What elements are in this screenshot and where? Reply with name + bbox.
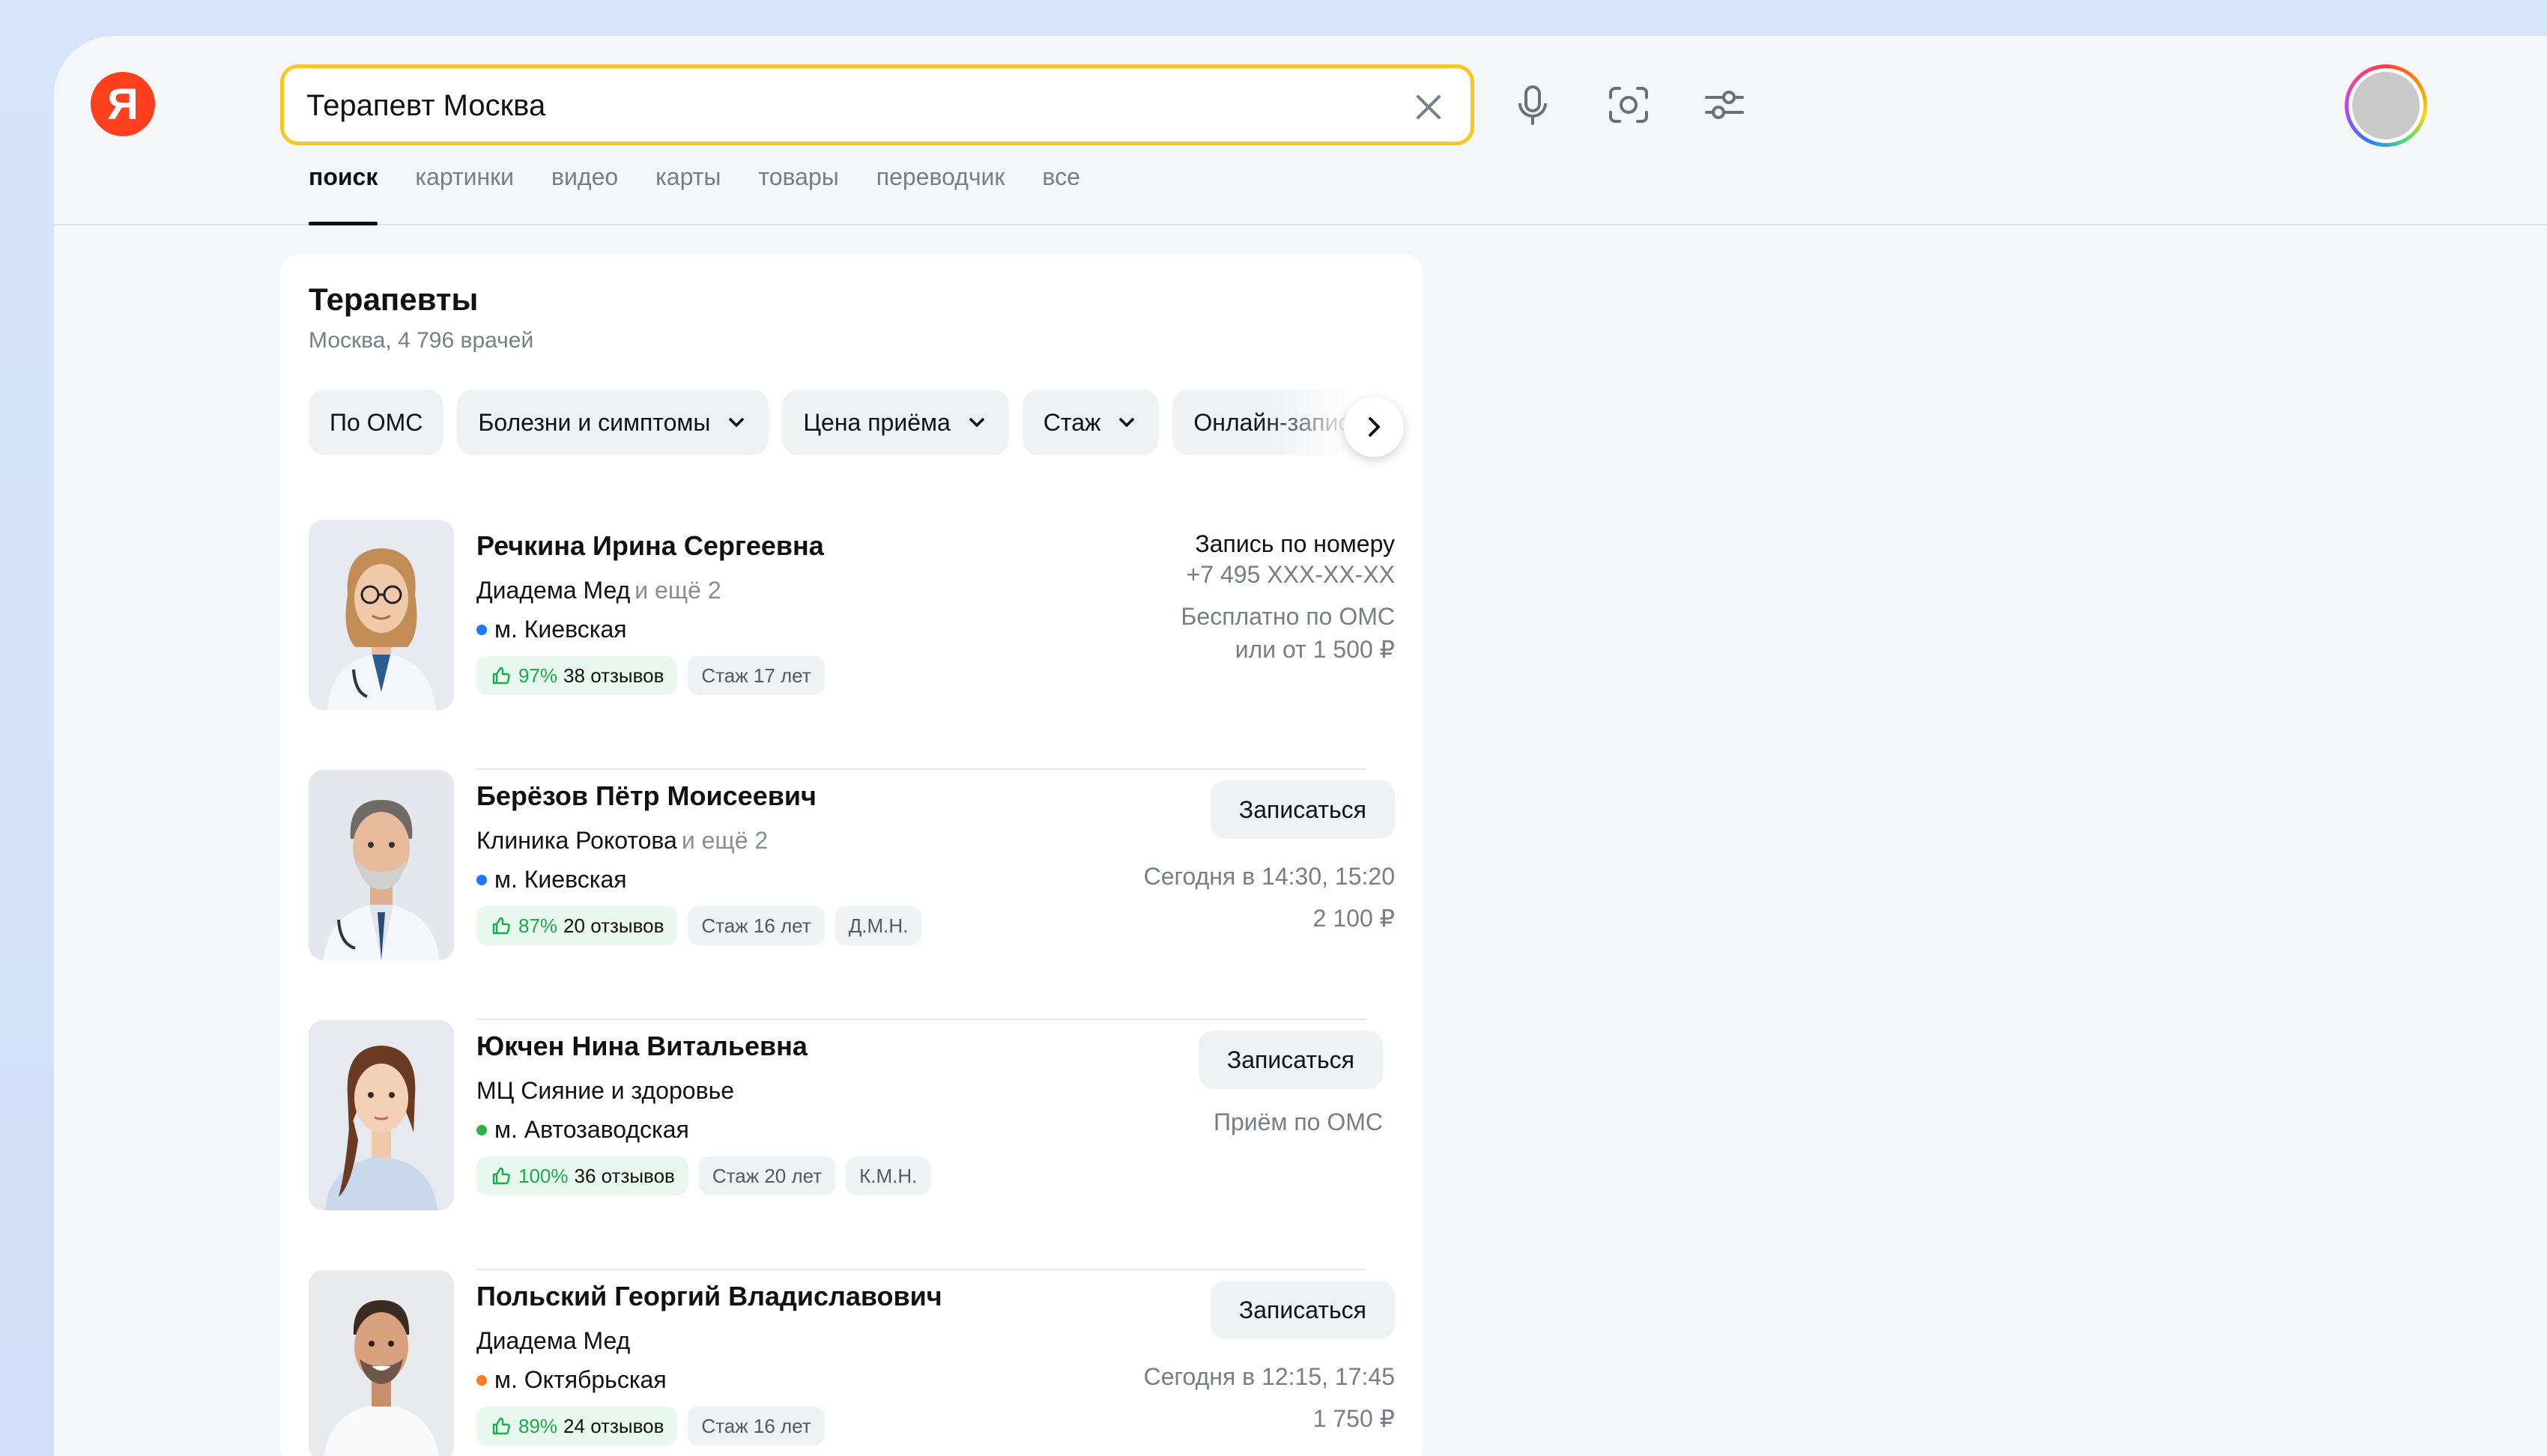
experience-badge: Стаж 17 лет xyxy=(688,656,825,695)
tab-translator[interactable]: переводчик xyxy=(876,163,1005,225)
doctor-item: Юкчен Нина Витальевна МЦ Сияние и здоров… xyxy=(309,1020,1395,1270)
filter-oms[interactable]: По ОМС xyxy=(309,389,444,455)
thumbs-up-icon xyxy=(492,917,510,935)
chevron-down-icon xyxy=(1119,418,1135,427)
user-avatar[interactable] xyxy=(2345,64,2427,147)
metro-line-dot xyxy=(476,1124,487,1135)
tab-images[interactable]: картинки xyxy=(415,163,514,225)
booking-info: Запись по номеру +7 495 XXX-XX-XX Беспла… xyxy=(1181,530,1395,666)
doctor-clinic: МЦ Сияние и здоровье xyxy=(476,1077,735,1104)
doctor-clinic: Диадема Мед xyxy=(476,1327,631,1354)
doctor-name[interactable]: Берёзов Пётр Моисеевич xyxy=(476,780,817,812)
doctor-name[interactable]: Юкчен Нина Витальевна xyxy=(476,1031,808,1062)
tab-search[interactable]: поиск xyxy=(309,163,378,225)
phone-number[interactable]: +7 495 XXX-XX-XX xyxy=(1181,558,1395,591)
thumbs-up-icon xyxy=(492,1167,510,1185)
metro-line-dot xyxy=(476,874,487,885)
tab-video[interactable]: видео xyxy=(551,163,618,225)
tab-maps[interactable]: карты xyxy=(655,163,721,225)
booking-info: Сегодня в 14:30, 15:20 2 100 ₽ xyxy=(1144,860,1395,935)
doctor-badges: 87% 20 отзывов Стаж 16 лет Д.М.Н. xyxy=(476,906,922,945)
doctor-item: Берёзов Пётр Моисеевич Клиника Рокотова и… xyxy=(309,770,1395,1020)
price-line: Бесплатно по ОМС xyxy=(1181,603,1395,630)
booking-info: Сегодня в 12:15, 17:45 1 750 ₽ xyxy=(1144,1360,1395,1435)
experience-badge: Стаж 20 лет xyxy=(698,1156,836,1195)
experience-badge: Стаж 16 лет xyxy=(688,1407,825,1446)
clinic-more-link[interactable]: и ещё 2 xyxy=(635,577,721,604)
rating-badge[interactable]: 97% 38 отзывов xyxy=(476,656,678,695)
doctor-badges: 100% 36 отзывов Стаж 20 лет К.М.Н. xyxy=(476,1156,931,1195)
doctors-card: Терапевты Москва, 4 796 врачей По ОМС Бо… xyxy=(280,253,1423,1456)
booking-info: Приём по ОМС xyxy=(1214,1105,1383,1138)
available-slots: Сегодня в 12:15, 17:45 xyxy=(1143,1363,1395,1390)
doctor-name[interactable]: Польский Георгий Владиславович xyxy=(476,1281,942,1312)
search-input[interactable] xyxy=(306,85,1355,127)
doctor-metro: м. Киевская xyxy=(476,866,627,894)
doctor-clinic: Клиника Рокотова и ещё 2 xyxy=(476,827,769,854)
doctor-photo[interactable] xyxy=(309,770,454,960)
search-box xyxy=(280,64,1474,145)
tab-all[interactable]: все xyxy=(1042,163,1079,225)
rating-badge[interactable]: 87% 20 отзывов xyxy=(476,906,678,945)
book-button[interactable]: Записаться xyxy=(1210,1281,1395,1339)
doctor-item: Польский Георгий Владиславович Диадема М… xyxy=(309,1270,1395,1456)
filter-bar: По ОМС Болезни и симптомы Цена приёма Ст… xyxy=(309,389,1395,457)
filter-diseases[interactable]: Болезни и симптомы xyxy=(457,389,769,455)
price-line: или от 1 500 ₽ xyxy=(1235,636,1395,663)
chevron-down-icon xyxy=(729,418,745,427)
tab-products[interactable]: товары xyxy=(758,163,838,225)
filters-next-button[interactable] xyxy=(1344,397,1404,457)
thumbs-up-icon xyxy=(492,1417,510,1435)
doctor-clinic: Диадема Мед и ещё 2 xyxy=(476,577,721,604)
yandex-logo[interactable]: Я xyxy=(91,72,155,136)
microphone-icon[interactable] xyxy=(1509,81,1557,129)
degree-badge: К.М.Н. xyxy=(846,1156,931,1195)
doctor-metro: м. Киевская xyxy=(476,616,627,643)
chevron-down-icon xyxy=(969,418,984,427)
oms-info: Приём по ОМС xyxy=(1213,1108,1383,1135)
close-icon[interactable] xyxy=(1411,89,1447,125)
book-button[interactable]: Записаться xyxy=(1198,1031,1383,1089)
card-subtitle: Москва, 4 796 врачей xyxy=(309,328,534,353)
metro-line-dot xyxy=(476,1374,487,1386)
rating-badge[interactable]: 89% 24 отзывов xyxy=(476,1407,678,1446)
doctor-name[interactable]: Речкина Ирина Сергеевна xyxy=(476,530,824,562)
book-button[interactable]: Записаться xyxy=(1210,780,1395,839)
price: 1 750 ₽ xyxy=(1312,1405,1395,1432)
search-header: Я поиск картинки видео к xyxy=(54,36,2547,225)
filter-price[interactable]: Цена приёма xyxy=(782,389,1009,455)
degree-badge: Д.М.Н. xyxy=(835,906,922,945)
search-tabs: поиск картинки видео карты товары перево… xyxy=(309,163,1080,225)
available-slots: Сегодня в 14:30, 15:20 xyxy=(1143,863,1395,890)
booking-by-phone: Запись по номеру xyxy=(1195,530,1395,557)
metro-line-dot xyxy=(476,624,487,635)
doctor-badges: 97% 38 отзывов Стаж 17 лет xyxy=(476,656,825,695)
browser-window: Я поиск картинки видео к xyxy=(54,36,2547,1456)
filter-experience[interactable]: Стаж xyxy=(1022,389,1160,455)
card-title: Терапевты xyxy=(309,282,479,317)
chevron-right-icon xyxy=(1369,417,1380,437)
doctor-item: Речкина Ирина Сергеевна Диадема Мед и ещё… xyxy=(309,520,1395,770)
thumbs-up-icon xyxy=(492,667,510,685)
experience-badge: Стаж 16 лет xyxy=(688,906,825,945)
price: 2 100 ₽ xyxy=(1312,905,1395,932)
rating-badge[interactable]: 100% 36 отзывов xyxy=(476,1156,688,1195)
clinic-more-link[interactable]: и ещё 2 xyxy=(682,827,768,854)
doctor-badges: 89% 24 отзывов Стаж 16 лет xyxy=(476,1407,825,1446)
doctor-metro: м. Автозаводская xyxy=(476,1116,689,1144)
sliders-icon[interactable] xyxy=(1700,81,1748,129)
camera-search-icon[interactable] xyxy=(1605,81,1653,129)
doctor-photo[interactable] xyxy=(309,1270,454,1456)
doctor-photo[interactable] xyxy=(309,520,454,710)
doctor-metro: м. Октябрьская xyxy=(476,1366,667,1394)
doctor-photo[interactable] xyxy=(309,1020,454,1210)
